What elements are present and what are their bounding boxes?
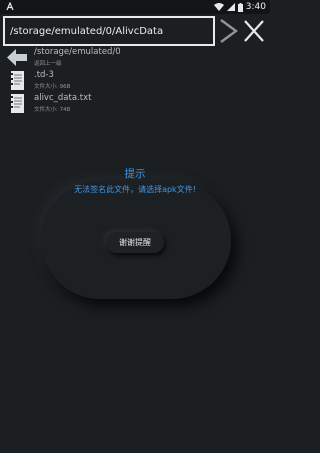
status-time: 3:40 xyxy=(245,2,266,12)
path-input-value: /storage/emulated/0/AlivcData xyxy=(10,25,164,37)
document-icon xyxy=(9,94,24,113)
notification-icon xyxy=(6,2,14,11)
list-item-file[interactable]: .td-3 文件大小: 96B xyxy=(0,69,270,92)
path-input[interactable]: /storage/emulated/0/AlivcData xyxy=(3,16,215,46)
list-item-sub: 文件大小: 96B xyxy=(34,84,71,90)
dialog-message: 无法签名此文件，请选择apk文件! xyxy=(74,185,196,194)
file-list: /storage/emulated/0 返回上一级 .td-3 文件大小: 96… xyxy=(0,46,270,115)
back-arrow-icon xyxy=(7,49,27,66)
dialog-title: 提示 xyxy=(124,168,146,180)
battery-icon xyxy=(237,2,243,12)
close-icon[interactable] xyxy=(242,17,266,45)
status-bar: 3:40 xyxy=(0,0,270,14)
list-item-sub: 文件大小: 74B xyxy=(34,107,71,113)
signal-icon xyxy=(226,3,235,11)
wifi-icon xyxy=(213,3,224,11)
status-icons: 3:40 xyxy=(213,0,266,14)
list-item-name: .td-3 xyxy=(34,70,54,80)
list-item-file[interactable]: alivc_data.txt 文件大小: 74B xyxy=(0,92,270,115)
list-item-sub: 返回上一级 xyxy=(34,61,62,67)
acknowledge-button[interactable]: 谢谢提醒 xyxy=(106,232,164,253)
list-item-name: /storage/emulated/0 xyxy=(34,47,121,57)
document-icon xyxy=(9,71,24,90)
go-arrow-icon[interactable] xyxy=(219,17,239,45)
list-item-name: alivc_data.txt xyxy=(34,93,92,103)
list-item-parent[interactable]: /storage/emulated/0 返回上一级 xyxy=(0,46,270,69)
